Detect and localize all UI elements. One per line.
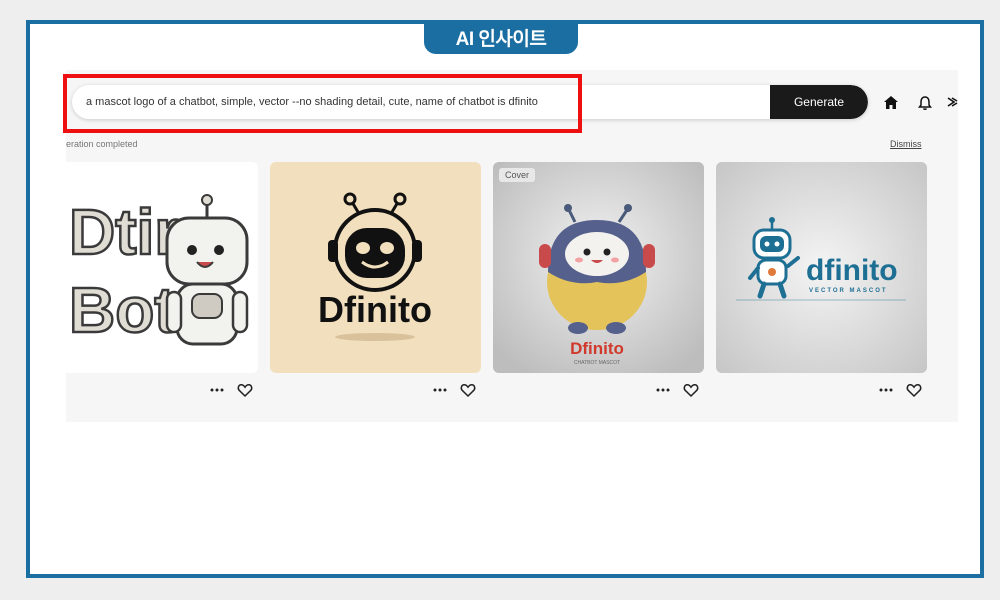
card-1-line2: Bot — [69, 274, 176, 346]
brand-tab: AI 인사이트 — [424, 20, 578, 54]
more-icon[interactable] — [208, 381, 226, 399]
card-1-line1: Dtir — [69, 196, 179, 268]
more-icon[interactable] — [654, 381, 672, 399]
menu-icon[interactable] — [946, 94, 958, 112]
card-3-subtitle: CHATBOT MASCOT — [574, 360, 620, 366]
more-icon[interactable] — [431, 381, 449, 399]
generate-button[interactable]: Generate — [770, 85, 868, 119]
heart-icon[interactable] — [682, 381, 700, 399]
card-4-name: dfinito — [806, 254, 898, 287]
result-card-3[interactable]: Dfinito CHATBOT MASCOT Cover — [493, 162, 704, 373]
brand-label: AI 인사이트 — [455, 28, 547, 50]
heart-icon[interactable] — [236, 381, 254, 399]
home-icon[interactable] — [882, 94, 900, 112]
heart-icon[interactable] — [459, 381, 477, 399]
card-2-name: Dfinito — [318, 289, 432, 330]
card-3-image: Dfinito CHATBOT MASCOT — [493, 162, 704, 373]
result-card-1[interactable]: Dtir Bot — [47, 162, 258, 373]
card-3-name: Dfinito — [570, 339, 624, 358]
status-text: eration completed — [66, 139, 138, 149]
dismiss-link[interactable]: Dismiss — [890, 139, 922, 149]
card-4-subtitle: VECTOR MASCOT — [809, 288, 888, 294]
bell-icon[interactable] — [916, 94, 934, 112]
card-1-image: Dtir Bot — [68, 194, 249, 347]
card-4-image: dfinito VECTOR MASCOT — [716, 162, 927, 373]
cover-badge: Cover — [499, 168, 536, 182]
result-card-4[interactable]: dfinito VECTOR MASCOT — [716, 162, 927, 373]
card-2-image: Dfinito — [318, 192, 432, 341]
result-card-2[interactable]: Dfinito — [270, 162, 481, 373]
heart-icon[interactable] — [905, 381, 923, 399]
more-icon[interactable] — [877, 381, 895, 399]
highlight-annotation-box — [63, 74, 582, 133]
